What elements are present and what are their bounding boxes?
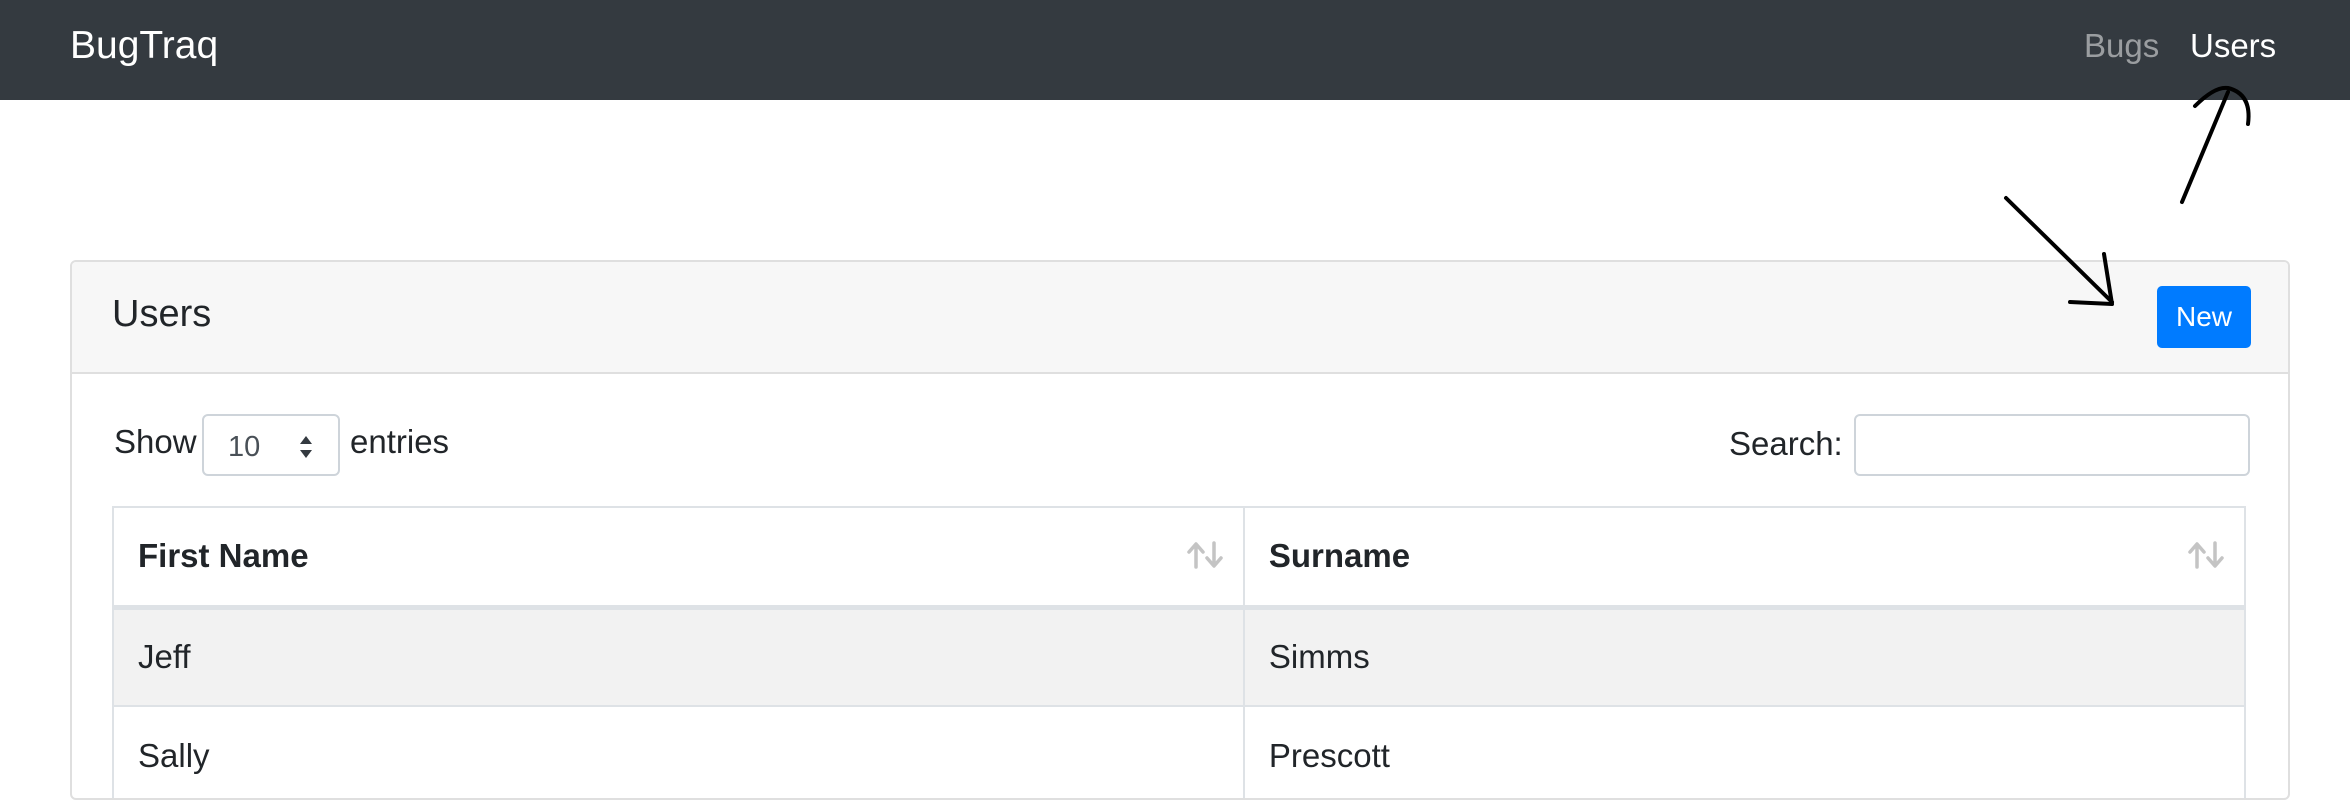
column-header-label: First Name <box>138 537 309 575</box>
show-label: Show <box>114 423 197 460</box>
hand-drawn-arrow-icon <box>2180 85 2251 204</box>
new-user-button[interactable]: New <box>2157 286 2251 348</box>
card-header: Users New <box>72 262 2288 374</box>
search-label: Search: <box>1729 425 1843 462</box>
users-table: First Name Surname Jeff Simms Sally Pres… <box>112 506 2247 798</box>
nav-link-bugs[interactable]: Bugs <box>2084 22 2159 70</box>
table-row[interactable]: Jeff Simms <box>112 606 2247 707</box>
table-row[interactable]: Sally Prescott <box>112 705 2247 798</box>
navbar: BugTraq Bugs Users <box>0 0 2350 100</box>
entries-label: entries <box>350 423 450 460</box>
users-card: Users New Show 10 entries Search: First … <box>70 260 2290 800</box>
brand-logo[interactable]: BugTraq <box>70 22 218 70</box>
cell-first-name: Sally <box>112 705 1245 798</box>
page-title: Users <box>112 293 212 335</box>
cell-first-name: Jeff <box>112 606 1245 707</box>
nav-link-users[interactable]: Users <box>2190 22 2276 70</box>
table-header-row: First Name Surname <box>112 506 2247 610</box>
column-header-label: Surname <box>1268 537 1411 575</box>
sort-icon <box>2188 541 2224 569</box>
cell-surname: Prescott <box>1242 705 2247 798</box>
entries-length-value: 10 <box>228 431 261 463</box>
column-header-first-name[interactable]: First Name <box>112 506 1245 610</box>
column-header-surname[interactable]: Surname <box>1242 506 2247 610</box>
search-input[interactable] <box>1854 414 2250 476</box>
chevron-up-down-icon <box>300 436 312 458</box>
entries-length-select[interactable]: 10 <box>202 414 340 476</box>
cell-surname: Simms <box>1242 606 2247 707</box>
sort-icon <box>1187 541 1223 569</box>
